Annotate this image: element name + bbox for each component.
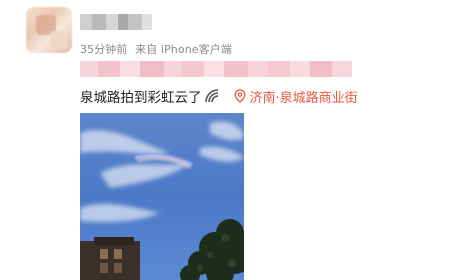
post-content-row: 泉城路拍到彩虹云了 济南·泉城路商业街	[80, 86, 358, 106]
post-text: 泉城路拍到彩虹云了	[80, 90, 202, 106]
post-meta: 35分钟前 来自 iPhone客户端	[80, 41, 232, 57]
location-link[interactable]: 济南·泉城路商业街	[234, 87, 358, 106]
redacted-text	[80, 61, 352, 77]
rainbow-icon	[204, 88, 220, 104]
location-text: 济南·泉城路商业街	[249, 90, 358, 106]
source-client[interactable]: iPhone客户端	[161, 43, 232, 56]
username-redacted[interactable]	[80, 14, 152, 30]
post-time[interactable]: 35分钟前	[80, 43, 128, 56]
location-pin-icon	[234, 89, 246, 103]
sky-photo-illustration	[80, 113, 244, 280]
weibo-post: 35分钟前 来自 iPhone客户端 泉城路拍到彩虹云了 济南·泉城路商业街	[0, 0, 476, 280]
avatar[interactable]	[26, 7, 72, 53]
source-prefix: 来自	[135, 43, 158, 56]
post-photo[interactable]	[80, 113, 244, 280]
